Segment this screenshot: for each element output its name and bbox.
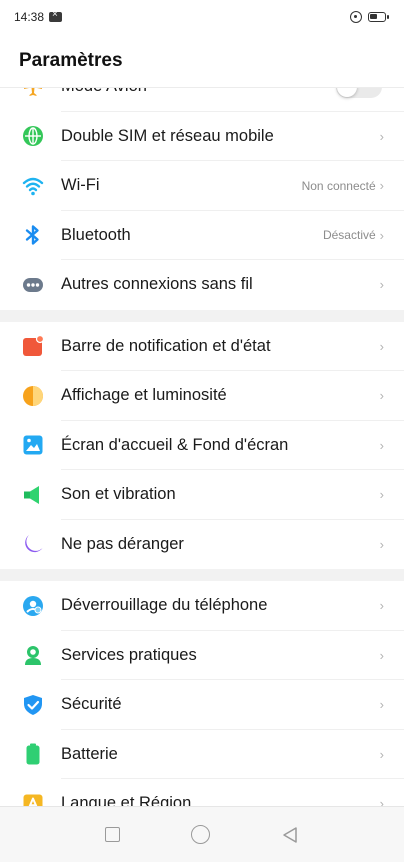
status-right xyxy=(350,11,389,23)
speaker-icon xyxy=(22,484,44,506)
navigation-bar xyxy=(0,806,404,862)
row-label: Affichage et luminosité xyxy=(61,386,227,405)
wallpaper-icon xyxy=(22,434,44,456)
row-dual-sim[interactable]: Double SIM et réseau mobile › xyxy=(0,112,404,162)
chevron-right-icon: › xyxy=(379,647,384,663)
row-notification-bar[interactable]: Barre de notification et d'état › xyxy=(0,322,404,372)
status-time: 14:38 xyxy=(14,10,45,24)
row-label: Son et vibration xyxy=(61,485,176,504)
chevron-right-icon: › xyxy=(379,178,384,194)
chevron-right-icon: › xyxy=(379,746,384,762)
chevron-right-icon: › xyxy=(379,388,384,404)
row-label: Langue et Région xyxy=(61,794,192,806)
wifi-status: Non connecté xyxy=(301,178,376,193)
row-label: Batterie xyxy=(61,744,118,763)
more-connections-icon xyxy=(22,274,44,296)
notification-badge-icon xyxy=(49,9,63,22)
chevron-right-icon: › xyxy=(379,277,384,293)
row-battery[interactable]: Batterie › xyxy=(0,730,404,780)
row-label: Sécurité xyxy=(61,695,122,714)
row-unlock[interactable]: Déverrouillage du téléphone › xyxy=(0,581,404,631)
chevron-right-icon: › xyxy=(379,536,384,552)
chevron-right-icon: › xyxy=(379,227,384,243)
unlock-icon xyxy=(22,595,44,617)
row-label: Bluetooth xyxy=(61,225,131,244)
status-left: 14:38 xyxy=(14,9,63,24)
chevron-right-icon: › xyxy=(379,697,384,713)
row-bluetooth[interactable]: Bluetooth Désactivé › xyxy=(0,211,404,261)
row-label: Ne pas déranger xyxy=(61,534,184,553)
bluetooth-icon xyxy=(22,224,44,246)
shield-icon xyxy=(22,694,44,716)
wifi-icon xyxy=(22,175,44,197)
chevron-right-icon: › xyxy=(379,796,384,806)
section-divider xyxy=(0,569,404,581)
chevron-right-icon: › xyxy=(379,128,384,144)
header: Paramètres xyxy=(0,34,404,88)
recents-square-icon[interactable] xyxy=(105,827,121,842)
row-security[interactable]: Sécurité › xyxy=(0,680,404,730)
row-home-wallpaper[interactable]: Écran d'accueil & Fond d'écran › xyxy=(0,421,404,471)
row-display[interactable]: Affichage et luminosité › xyxy=(0,371,404,421)
row-label: Autres connexions sans fil xyxy=(61,275,253,294)
moon-icon xyxy=(22,533,44,555)
row-sound[interactable]: Son et vibration › xyxy=(0,470,404,520)
row-label: Wi-Fi xyxy=(61,176,100,195)
row-label: Déverrouillage du téléphone xyxy=(61,596,268,615)
section-divider xyxy=(0,309,404,322)
row-language[interactable]: Langue et Région › xyxy=(0,779,404,806)
language-icon xyxy=(22,793,44,806)
chevron-right-icon: › xyxy=(379,487,384,503)
services-icon xyxy=(22,644,44,666)
row-other-wireless[interactable]: Autres connexions sans fil › xyxy=(0,260,404,310)
row-label: Double SIM et réseau mobile xyxy=(61,126,274,145)
row-wifi[interactable]: Wi-Fi Non connecté › xyxy=(0,161,404,211)
back-triangle-icon[interactable] xyxy=(281,826,299,844)
battery-icon xyxy=(22,743,44,765)
row-services[interactable]: Services pratiques › xyxy=(0,631,404,681)
location-ring-icon xyxy=(350,11,362,23)
chevron-right-icon: › xyxy=(379,338,384,354)
row-label: Services pratiques xyxy=(61,645,197,664)
notification-icon xyxy=(22,335,44,357)
chevron-right-icon: › xyxy=(379,598,384,614)
chevron-right-icon: › xyxy=(379,437,384,453)
brightness-icon xyxy=(22,385,44,407)
status-bar: 14:38 xyxy=(0,0,404,34)
row-label: Écran d'accueil & Fond d'écran xyxy=(61,435,289,454)
bluetooth-status: Désactivé xyxy=(322,228,376,243)
settings-list[interactable]: Mode Avion Double SIM et réseau mobile ›… xyxy=(0,62,404,806)
globe-icon xyxy=(22,125,44,147)
page-title: Paramètres xyxy=(19,50,123,71)
home-circle-icon[interactable] xyxy=(190,825,210,844)
row-do-not-disturb[interactable]: Ne pas déranger › xyxy=(0,520,404,570)
row-label: Barre de notification et d'état xyxy=(61,336,271,355)
battery-status-icon xyxy=(368,12,389,22)
